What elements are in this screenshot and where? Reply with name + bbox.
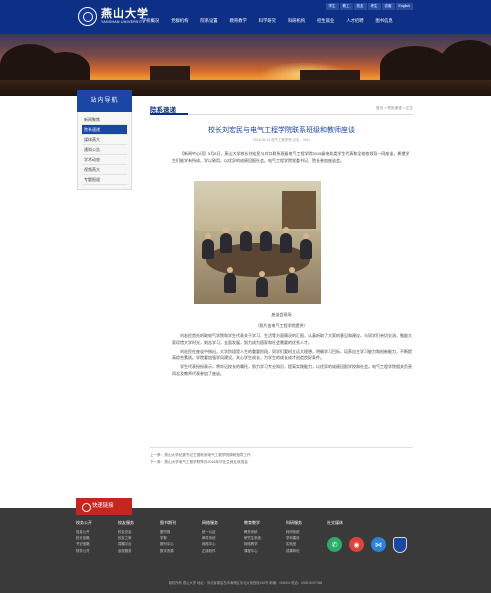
sidebar-item-video[interactable]: 视频燕大 (82, 165, 127, 175)
article-lead: 【新闻中心讯】5月8日，燕山大学校长刘宏民与对口联系班级电气工程学院2015级电… (172, 151, 410, 163)
social-icons: ✆ ◉ ⋈ (327, 537, 407, 553)
site-header: 燕山大学 YANSHAN UNIVERSITY 学生 教工 校友 考生 访客 E… (0, 0, 491, 34)
section-divider (150, 113, 413, 115)
footer-column: 图书期刊 图书馆 学报 期刊中心 数字资源 (160, 520, 202, 554)
nav-item[interactable]: 院系设置 (194, 17, 223, 25)
article-paragraph: 刘宏民在座谈中指出，大学阶段是人生的重要阶段，同学们要树立远大理想，明确学习目标… (172, 348, 412, 361)
article-title: 校长刘宏民与电气工程学院联系班级和教师座谈 (208, 127, 355, 134)
sidebar-item-academic[interactable]: 学术动态 (82, 155, 127, 165)
footer-link[interactable]: 正版软件 (202, 548, 244, 554)
footer-link[interactable]: 成果转化 (286, 548, 328, 554)
photo-credit: （照片由电气工程学院提供） (255, 323, 308, 328)
footer-column-title: 教育教学 (244, 520, 260, 525)
share-icon[interactable]: ⋈ (371, 537, 386, 552)
sidebar-item-department-news[interactable]: 院系速递 (82, 125, 127, 135)
social-media-title: 社交媒体 (327, 520, 343, 525)
top-link-staff[interactable]: 教工 (339, 3, 353, 10)
article-body: 刘宏民首先听取电气学院和学生代表关于学习、生活等方面情况的汇报，认真听取了大家的… (172, 333, 412, 380)
top-link-applicants[interactable]: 考生 (367, 3, 381, 10)
article-paragraph: 学生代表纷纷表示，将牢记校长的嘱托，努力学习专业知识，提高实践能力，以优异的成绩… (172, 364, 412, 376)
nav-item[interactable]: 人才招聘 (340, 17, 369, 25)
footer-column-title: 科研服务 (286, 520, 302, 525)
meeting-photo (194, 181, 321, 304)
top-link-alumni[interactable]: 校友 (353, 3, 367, 10)
top-link-visitors[interactable]: 访客 (381, 3, 395, 10)
nav-item[interactable]: 图书信息 (370, 17, 399, 25)
campus-sunset-banner (0, 34, 491, 96)
footer-column: 网络服务 统一认证 邮件系统 网络中心 正版软件 (202, 520, 244, 554)
footer-column: 教育教学 教务系统 研究生系统 网络教学 课程中心 (244, 520, 286, 554)
breadcrumb[interactable]: 首页 > 院系速递 > 正文 (376, 106, 413, 111)
nav-item[interactable]: 党群机构 (165, 17, 194, 25)
sidebar-item-special-reports[interactable]: 专题报道 (82, 175, 127, 185)
article-meta: 2016-05-13 电气工程学院 点击：3011 (252, 138, 311, 142)
sidebar-item-news-focus[interactable]: 新闻聚焦 (82, 115, 127, 125)
footer-link[interactable]: 返校服务 (118, 548, 160, 554)
nav-item[interactable]: 招生就业 (311, 17, 340, 25)
quick-links-header[interactable]: 快速链接 (76, 498, 132, 515)
top-link-students[interactable]: 学生 (325, 3, 339, 10)
nav-item[interactable]: 科研机构 (282, 17, 311, 25)
article-divider (150, 447, 413, 448)
next-article-link[interactable]: 下一条：燕山大学电气工程学院举办2016年毕业生就业双选会 (150, 459, 413, 466)
footer-column-title: 校友服务 (118, 520, 134, 525)
footer-link[interactable]: 数字资源 (160, 548, 202, 554)
article-paragraph: 刘宏民首先听取电气学院和学生代表关于学习、生活等方面情况的汇报，认真听取了大家的… (172, 333, 412, 345)
prev-next-links: 上一条：燕山大学纪委书记王国栋到电气工程学院调研指导工作 下一条：燕山大学电气工… (150, 452, 413, 465)
nav-item[interactable]: 科学研究 (253, 17, 282, 25)
footer-link[interactable]: 课程中心 (244, 548, 286, 554)
sidebar: 站内导航 新闻聚焦 院系速递 媒体燕大 通知公告 学术动态 视频燕大 专题报道 (77, 90, 132, 190)
copyright-text: 版权所有 燕山大学 地址：河北省秦皇岛市海港区河北大街西段438号 邮编：066… (168, 581, 323, 585)
footer-column-title: 校务公开 (76, 520, 92, 525)
sidebar-item-media[interactable]: 媒体燕大 (82, 135, 127, 145)
footer-column-title: 图书期刊 (160, 520, 176, 525)
footer-column: 科研服务 科研系统 学科建设 实验室 成果转化 (286, 520, 328, 554)
sidebar-title: 站内导航 (77, 90, 132, 112)
wechat-icon[interactable]: ✆ (327, 537, 342, 552)
nav-item[interactable]: 教育教学 (224, 17, 253, 25)
footer-column-title: 网络服务 (202, 520, 218, 525)
top-links: 学生 教工 校友 考生 访客 English (325, 3, 413, 10)
sidebar-list: 新闻聚焦 院系速递 媒体燕大 通知公告 学术动态 视频燕大 专题报道 (77, 112, 132, 190)
weibo-icon[interactable]: ◉ (349, 537, 364, 552)
footer-column: 校友服务 校友总会 校友之家 捐赠平台 返校服务 (118, 520, 160, 554)
photo-caption: 座谈会现场 (271, 312, 292, 317)
sidebar-item-notices[interactable]: 通知公告 (82, 145, 127, 155)
main-nav: 学校概况 党群机构 院系设置 教育教学 科学研究 科研机构 招生就业 人才招聘 … (136, 17, 399, 25)
social-media-section: 社交媒体 (327, 520, 343, 526)
badge-shield-icon[interactable] (393, 537, 407, 553)
university-logo[interactable]: 燕山大学 YANSHAN UNIVERSITY (78, 3, 149, 29)
university-seal-icon (78, 6, 97, 26)
footer-link[interactable]: 财务公开 (76, 548, 118, 554)
top-link-english[interactable]: English (395, 3, 413, 10)
nav-item[interactable]: 学校概况 (136, 17, 165, 25)
footer-columns: 校务公开 信息公开 校长信箱 书记信箱 财务公开 校友服务 校友总会 校友之家 … (76, 520, 328, 554)
footer-column: 校务公开 信息公开 校长信箱 书记信箱 财务公开 (76, 520, 118, 554)
